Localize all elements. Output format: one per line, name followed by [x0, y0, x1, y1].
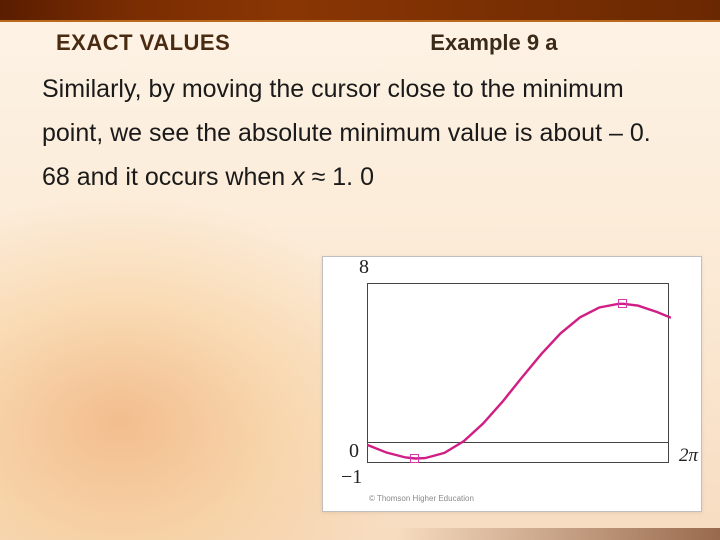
y-tick-top: 8: [359, 256, 369, 279]
chart-container: 8 0 −1 2π © Thomson Higher Education: [322, 256, 702, 512]
body-text-2: ≈ 1. 0: [305, 163, 374, 191]
max-marker: [618, 299, 627, 308]
curve-svg: [367, 283, 671, 465]
variable-x: x: [292, 163, 305, 191]
chart-inner: 8 0 −1 2π © Thomson Higher Education: [323, 257, 701, 511]
min-marker: [410, 454, 419, 463]
slide-body-text: Similarly, by moving the cursor close to…: [0, 68, 720, 199]
bottom-accent-bar: [0, 528, 720, 540]
y-tick-zero: 0: [349, 440, 359, 463]
slide-header: EXACT VALUES Example 9 a: [0, 22, 720, 68]
x-tick-2pi: 2π: [679, 445, 698, 467]
y-tick-neg1: −1: [341, 466, 362, 489]
top-accent-bar: [0, 0, 720, 22]
section-title: EXACT VALUES: [56, 30, 230, 56]
example-label: Example 9 a: [430, 30, 557, 56]
chart-credit: © Thomson Higher Education: [369, 494, 474, 503]
